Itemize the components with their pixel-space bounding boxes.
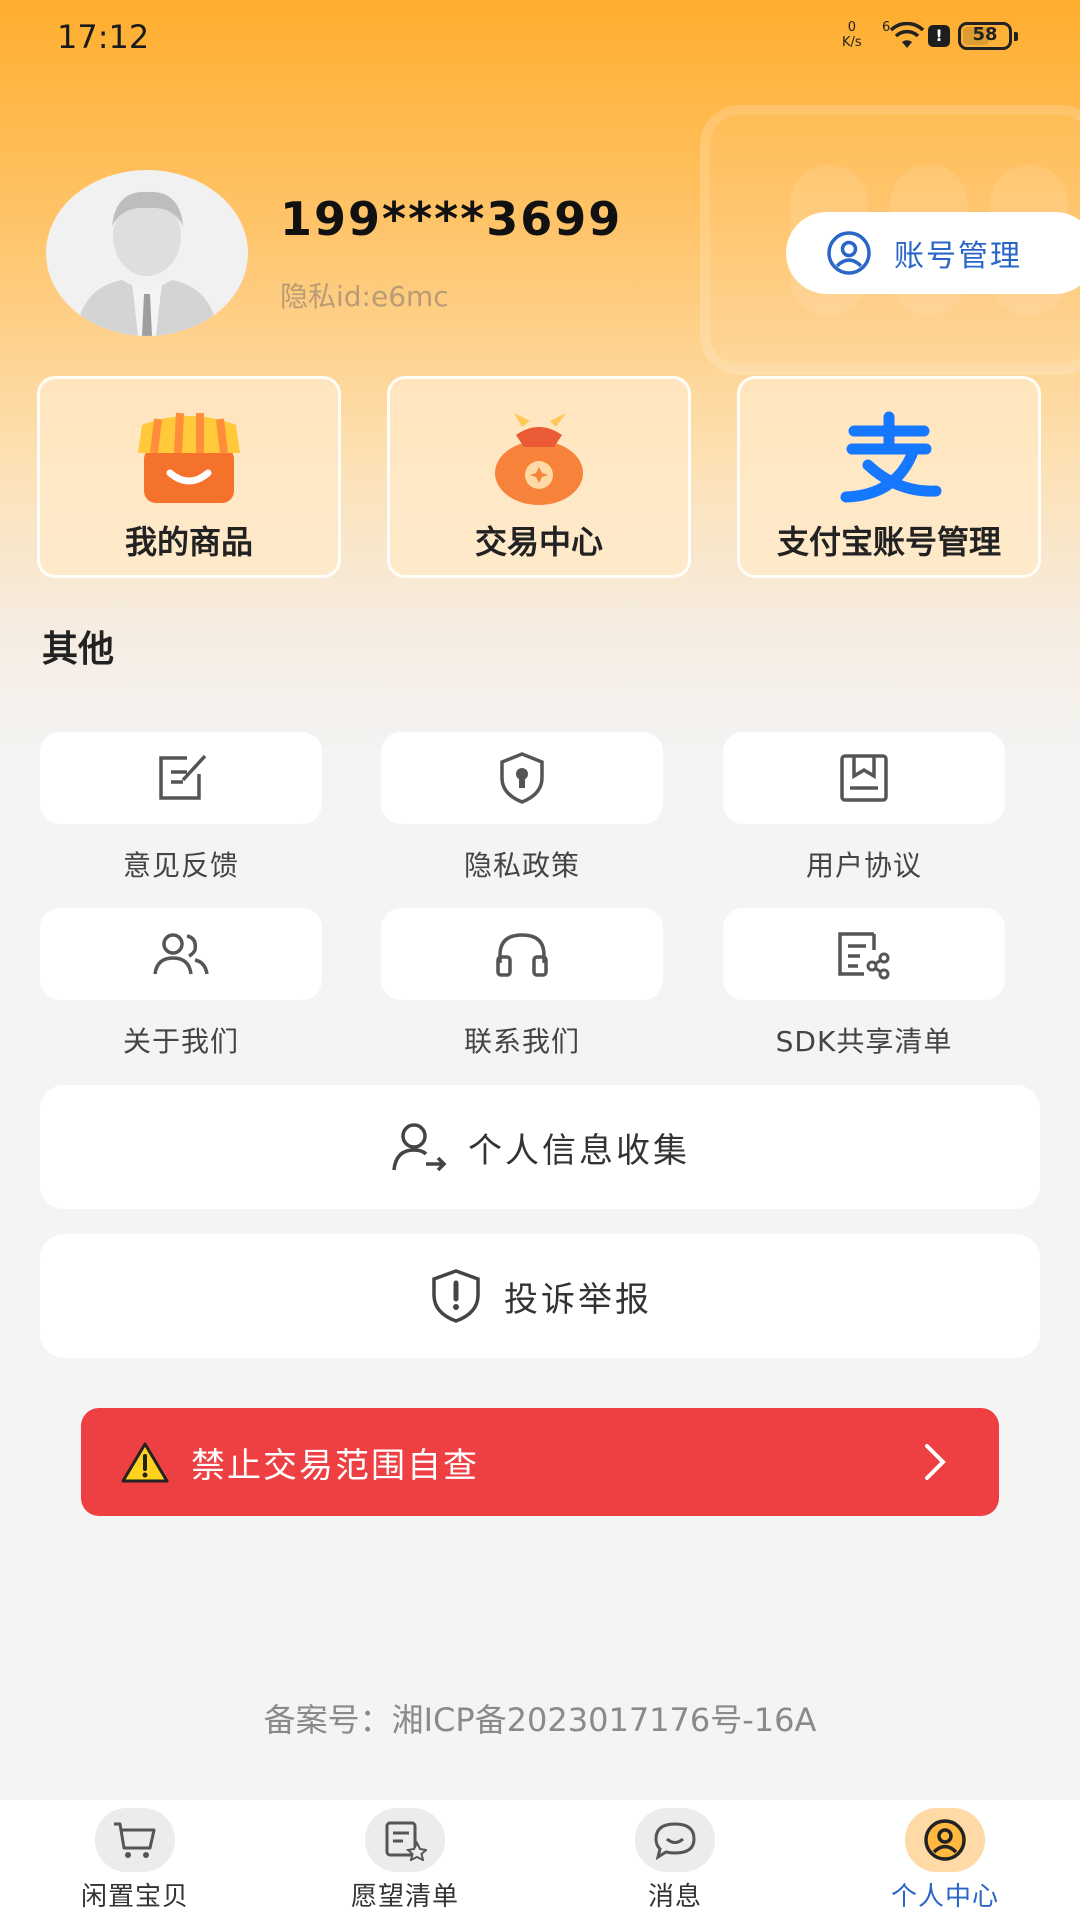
chat-icon xyxy=(654,1822,696,1860)
warning-icon xyxy=(121,1442,169,1483)
personal-info-collection-label: 个人信息收集 xyxy=(468,1130,690,1171)
net-speed: 0 K/s xyxy=(842,20,862,50)
user-agreement-button[interactable] xyxy=(723,732,1005,824)
complaint-report-button[interactable]: 投诉举报 xyxy=(40,1234,1040,1358)
tab-wishlist-label: 愿望清单 xyxy=(350,1882,459,1912)
sdk-share-list-button[interactable] xyxy=(723,908,1005,1000)
chevron-right-icon xyxy=(925,1444,946,1480)
battery-icon: 58 xyxy=(958,22,1018,50)
shop-icon xyxy=(138,412,240,503)
wifi-icon xyxy=(889,22,925,48)
icp-record: 备案号：湘ICP备2023017176号-16A xyxy=(263,1701,817,1739)
tab-idle-items[interactable]: 闲置宝贝 xyxy=(0,1800,270,1920)
user-phone: 199****3699 xyxy=(280,192,623,246)
alert-icon: ! xyxy=(928,25,950,47)
edit-note-icon xyxy=(159,754,207,800)
feedback-label: 意见反馈 xyxy=(122,849,239,882)
profile-icon xyxy=(924,1819,966,1861)
account-management-button[interactable]: 账号管理 xyxy=(786,212,1080,294)
alipay-icon xyxy=(840,411,942,503)
tab-idle-items-label: 闲置宝贝 xyxy=(80,1882,189,1912)
about-us-label: 关于我们 xyxy=(122,1025,239,1058)
about-us-button[interactable] xyxy=(40,908,322,1000)
shield-alert-icon xyxy=(432,1269,480,1323)
trade-center-label: 交易中心 xyxy=(474,523,603,561)
user-add-icon xyxy=(392,1123,447,1172)
alipay-account-card[interactable]: 支付宝账号管理 xyxy=(737,376,1041,578)
prohibited-trade-check-banner[interactable]: 禁止交易范围自查 xyxy=(81,1408,999,1516)
money-bag-icon xyxy=(495,413,583,505)
sdk-share-list-label: SDK共享清单 xyxy=(775,1025,953,1058)
status-time: 17:12 xyxy=(57,18,150,56)
shield-lock-icon xyxy=(500,752,544,804)
personal-info-collection-button[interactable]: 个人信息收集 xyxy=(40,1085,1040,1209)
contact-us-label: 联系我们 xyxy=(463,1025,580,1058)
avatar[interactable] xyxy=(46,170,248,336)
tab-messages[interactable]: 消息 xyxy=(540,1800,810,1920)
tab-profile[interactable]: 个人中心 xyxy=(810,1800,1080,1920)
user-agreement-label: 用户协议 xyxy=(805,849,922,882)
my-products-card[interactable]: 我的商品 xyxy=(37,376,341,578)
privacy-policy-button[interactable] xyxy=(381,732,663,824)
tab-messages-label: 消息 xyxy=(647,1882,702,1912)
contact-us-button[interactable] xyxy=(381,908,663,1000)
alipay-account-label: 支付宝账号管理 xyxy=(776,523,1001,561)
tab-wishlist[interactable]: 愿望清单 xyxy=(270,1800,540,1920)
cart-icon xyxy=(114,1822,156,1858)
my-products-label: 我的商品 xyxy=(124,523,253,561)
tab-profile-label: 个人中心 xyxy=(890,1882,999,1912)
share-list-icon xyxy=(838,932,890,980)
prohibited-trade-check-label: 禁止交易范围自查 xyxy=(191,1445,479,1486)
bottom-tab-bar: 闲置宝贝 愿望清单 消息 个人中心 xyxy=(0,1800,1080,1920)
wishlist-icon xyxy=(385,1821,427,1861)
headset-icon xyxy=(496,933,548,977)
status-bar: 17:12 0 K/s 6 ! 58 xyxy=(0,0,1080,72)
privacy-policy-label: 隐私政策 xyxy=(463,849,580,882)
account-management-label: 账号管理 xyxy=(894,239,1022,274)
complaint-report-label: 投诉举报 xyxy=(504,1279,652,1320)
privacy-id: 隐私id:e6mc xyxy=(280,280,449,313)
document-icon xyxy=(840,754,888,802)
feedback-button[interactable] xyxy=(40,732,322,824)
section-title-other: 其他 xyxy=(42,629,115,670)
users-icon xyxy=(153,933,209,975)
trade-center-card[interactable]: 交易中心 xyxy=(387,376,691,578)
user-circle-icon xyxy=(827,231,871,275)
